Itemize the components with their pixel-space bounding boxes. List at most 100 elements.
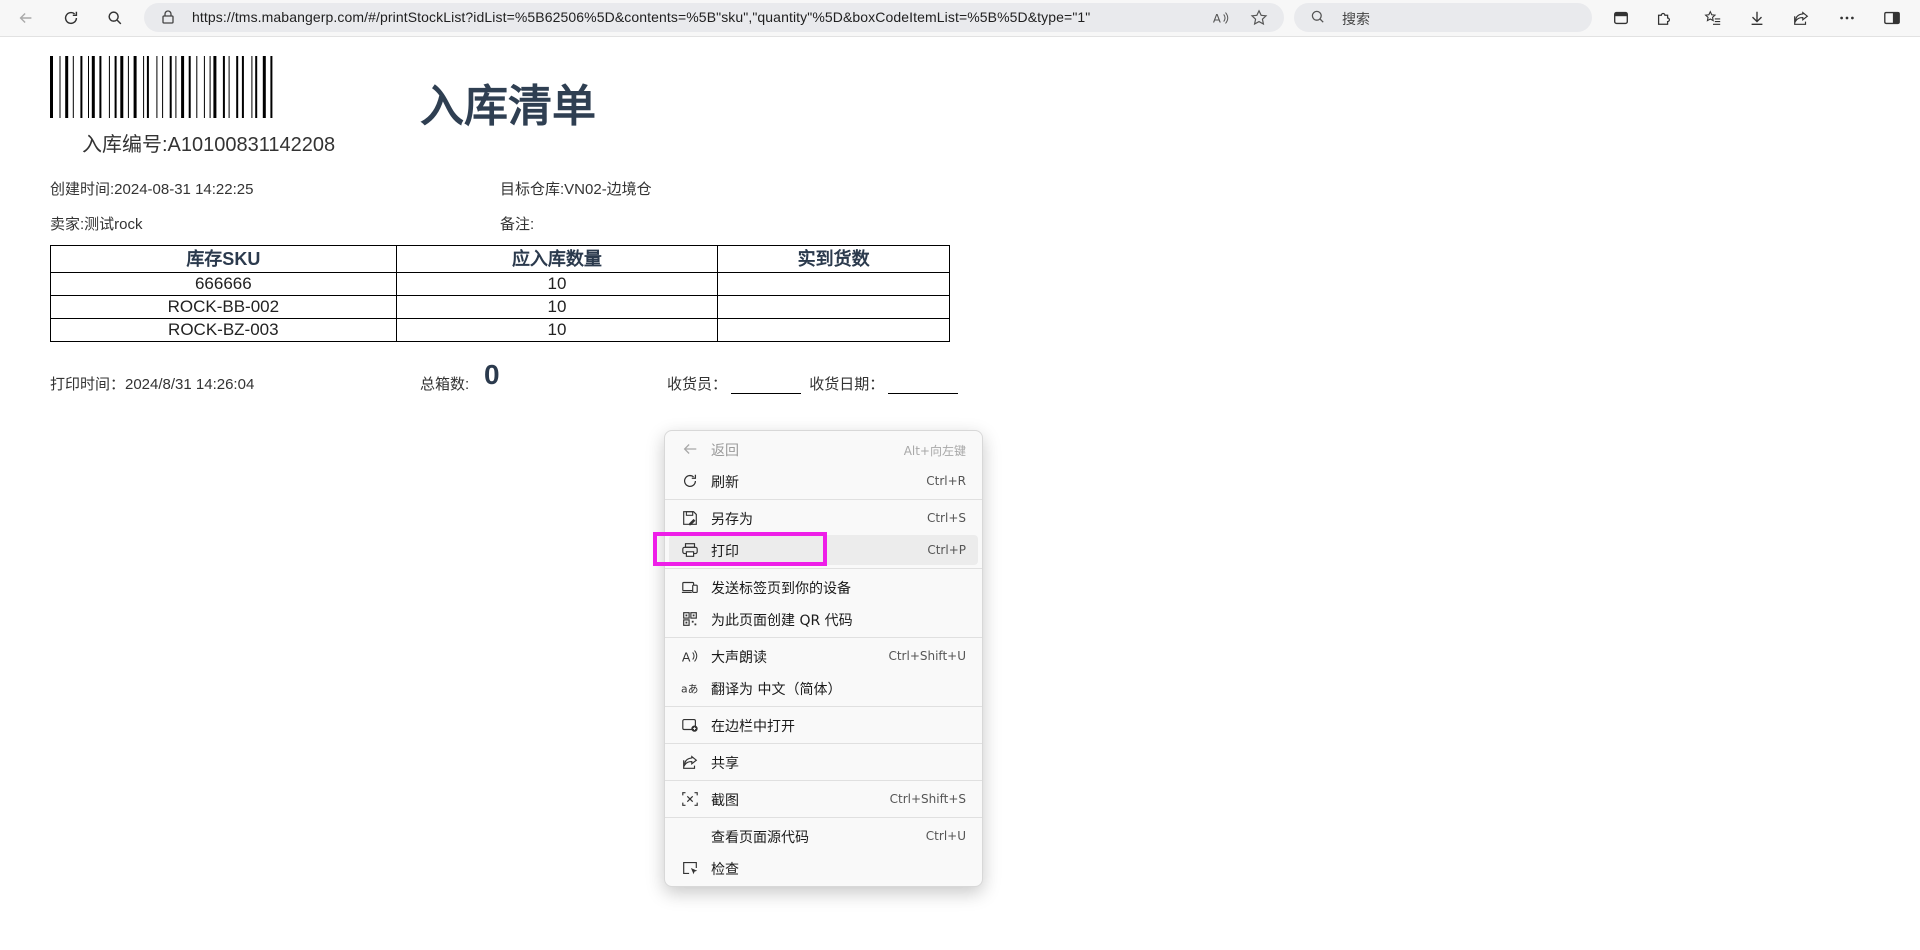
menu-item-shortcut: Ctrl+P: [927, 543, 966, 557]
favorite-star-icon[interactable]: [1250, 9, 1268, 27]
menu-item-label: 返回: [711, 443, 739, 459]
refresh-button[interactable]: [57, 4, 85, 32]
context-menu: 返回 Alt+向左键 刷新 Ctrl+R 另存为 Ctrl+S 打印 Ctrl+…: [664, 430, 983, 887]
receive-date-label: 收货日期：: [809, 376, 885, 393]
share-icon: [1794, 11, 1809, 25]
menu-item-view-source[interactable]: 查看页面源代码 Ctrl+U: [669, 821, 978, 851]
menu-item-screenshot[interactable]: 截图 Ctrl+Shift+S: [669, 784, 978, 814]
save-as-icon: [683, 511, 697, 526]
menu-item-save-as[interactable]: 另存为 Ctrl+S: [669, 503, 978, 533]
total-boxes-value: 0: [484, 359, 500, 390]
qr-code-icon: [683, 612, 697, 626]
arrived-cell: [717, 318, 950, 342]
menu-item-label: 在边栏中打开: [711, 719, 795, 735]
menu-item-label: 截图: [711, 793, 739, 809]
menu-item-shortcut: Alt+向左键: [903, 444, 966, 458]
read-aloud-icon[interactable]: A: [1212, 9, 1230, 27]
extensions-button[interactable]: [1650, 4, 1678, 32]
url-text[interactable]: https://tms.mabangerp.com/#/printStockLi…: [192, 9, 1090, 25]
annotation-highlight-box: [653, 532, 827, 566]
inspect-icon: [683, 862, 698, 875]
receiver-field: 收货员： 收货日期：: [667, 373, 962, 394]
menu-item-refresh[interactable]: 刷新 Ctrl+R: [669, 466, 978, 496]
receiver-blank-line: [731, 378, 802, 394]
sku-cell: 666666: [50, 272, 397, 296]
svg-text:aあ: aあ: [681, 683, 698, 696]
menu-item-shortcut: Ctrl+S: [926, 511, 966, 525]
send-to-device-icon: [681, 581, 698, 593]
table-header-row: 库存SKU 应入库数量 实到货数: [50, 245, 950, 273]
menu-separator: [665, 637, 982, 638]
address-bar[interactable]: https://tms.mabangerp.com/#/printStockLi…: [144, 3, 1284, 32]
menu-item-inspect[interactable]: 检查: [669, 853, 978, 883]
browser-toolbar: https://tms.mabangerp.com/#/printStockLi…: [0, 0, 1920, 37]
puzzle-extension-icon: [1657, 12, 1671, 25]
page-info-icon[interactable]: [160, 9, 176, 25]
share-button[interactable]: [1787, 4, 1815, 32]
table-row: ROCK-BB-002 10: [50, 295, 950, 319]
created-time: 创建时间:2024-08-31 14:22:25: [50, 181, 254, 198]
sku-cell: ROCK-BZ-003: [50, 318, 397, 342]
seller: 卖家:测试rock: [50, 216, 143, 233]
menu-item-label: 发送标签页到你的设备: [711, 581, 851, 597]
target-warehouse: 目标仓库:VN02-边境仓: [500, 181, 652, 198]
favorites-button[interactable]: [1699, 4, 1727, 32]
menu-item-share[interactable]: 共享: [669, 747, 978, 777]
read-aloud-icon: A: [682, 649, 698, 664]
menu-item-create-qr[interactable]: 为此页面创建 QR 代码: [669, 604, 978, 634]
receive-date-blank-line: [888, 378, 959, 394]
menu-separator: [665, 817, 982, 818]
quantity-cell: 10: [395, 295, 719, 319]
receiver-label: 收货员：: [667, 376, 728, 393]
svg-text:A: A: [1213, 12, 1221, 26]
menu-item-label: 另存为: [711, 512, 753, 528]
back-button[interactable]: [12, 4, 40, 32]
stock-table: 库存SKU 应入库数量 实到货数 666666 10 ROCK-BB-002 1…: [50, 245, 950, 342]
arrived-cell: [717, 272, 950, 296]
refresh-icon: [683, 474, 697, 487]
more-menu-button[interactable]: [1833, 4, 1861, 32]
screenshot-icon: [682, 792, 698, 806]
page-title: 入库清单: [420, 82, 596, 131]
share-icon: [683, 755, 698, 769]
menu-item-shortcut: Ctrl+U: [925, 829, 966, 843]
menu-item-label: 共享: [711, 756, 739, 772]
sidebar-toggle-button[interactable]: [1878, 4, 1906, 32]
menu-separator: [665, 780, 982, 781]
menu-item-read-aloud[interactable]: A 大声朗读 Ctrl+Shift+U: [669, 641, 978, 671]
quantity-cell: 10: [395, 272, 719, 296]
total-boxes-label: 总箱数:: [420, 376, 470, 393]
menu-separator: [665, 706, 982, 707]
menu-item-open-in-sidebar[interactable]: 在边栏中打开: [669, 710, 978, 740]
remark: 备注:: [500, 216, 535, 233]
print-time: 打印时间：2024/8/31 14:26:04: [50, 376, 255, 393]
download-icon: [1751, 11, 1763, 25]
table-row: 666666 10: [50, 272, 950, 296]
menu-item-translate[interactable]: aあ 翻译为 中文（简体）: [669, 673, 978, 703]
search-placeholder: 搜索: [1342, 11, 1370, 27]
menu-separator: [665, 568, 982, 569]
menu-separator: [665, 499, 982, 500]
menu-item-label: 翻译为 中文（简体）: [711, 682, 842, 698]
sidebar-icon: [1884, 11, 1900, 25]
menu-item-shortcut: Ctrl+R: [926, 474, 966, 488]
search-box[interactable]: 搜索: [1294, 3, 1592, 32]
menu-item-shortcut: Ctrl+Shift+U: [888, 649, 966, 663]
inbound-number: 入库编号:A10100831142208: [82, 134, 336, 156]
more-dots-icon: [1840, 16, 1854, 20]
downloads-button[interactable]: [1743, 4, 1771, 32]
menu-item-back[interactable]: 返回 Alt+向左键: [669, 434, 978, 464]
menu-item-label: 刷新: [711, 475, 739, 491]
menu-item-label: 为此页面创建 QR 代码: [711, 613, 853, 629]
search-icon: [108, 11, 122, 25]
svg-text:A: A: [682, 649, 691, 664]
sku-cell: ROCK-BB-002: [50, 295, 397, 319]
menu-item-label: 检查: [711, 862, 739, 878]
search-page-button[interactable]: [101, 4, 129, 32]
back-arrow-icon: [19, 12, 32, 24]
column-header: 库存SKU: [50, 245, 397, 273]
menu-item-shortcut: Ctrl+Shift+S: [889, 792, 966, 806]
menu-item-send-to-device[interactable]: 发送标签页到你的设备: [669, 572, 978, 602]
workspaces-button[interactable]: [1607, 4, 1635, 32]
barcode-image: [50, 56, 273, 118]
